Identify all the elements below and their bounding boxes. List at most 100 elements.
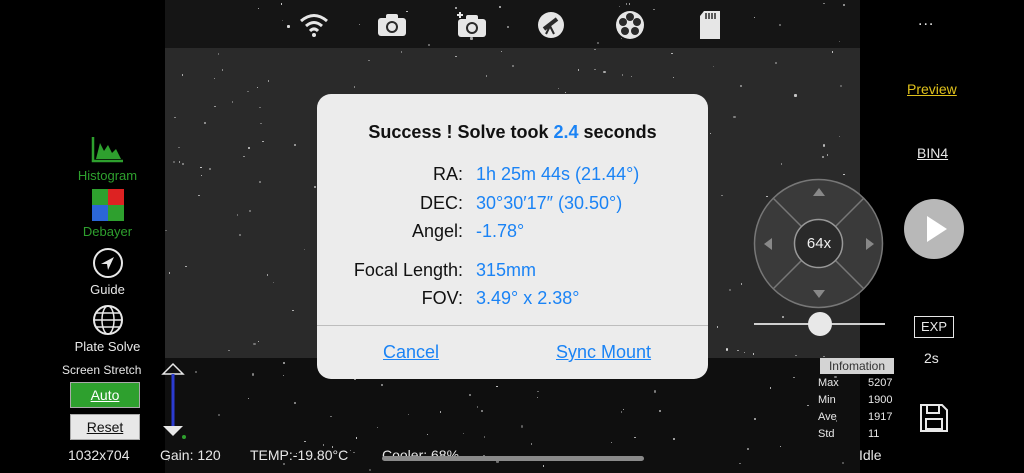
- star: [709, 132, 712, 135]
- play-icon: [927, 216, 947, 242]
- star: [469, 394, 471, 396]
- bin-link[interactable]: BIN4: [917, 145, 948, 161]
- star: [400, 51, 403, 53]
- star: [843, 4, 845, 6]
- fov-value: 3.49° x 2.38°: [476, 288, 580, 308]
- dialog-title: Success ! Solve took 2.4 seconds: [317, 122, 708, 143]
- histogram-icon: [91, 132, 125, 166]
- star: [287, 25, 290, 28]
- home-indicator: [382, 456, 644, 461]
- star: [620, 411, 623, 413]
- star: [747, 448, 749, 450]
- star: [283, 362, 285, 364]
- sd-card-icon[interactable]: [692, 8, 728, 42]
- exposure-button[interactable]: EXP: [914, 316, 954, 338]
- star: [236, 214, 239, 216]
- start-exposure-button[interactable]: [904, 199, 964, 259]
- sync-mount-button[interactable]: Sync Mount: [556, 342, 651, 363]
- star: [597, 42, 599, 44]
- resolution-text: 1032x704: [68, 447, 130, 463]
- slider-thumb[interactable]: [807, 312, 832, 336]
- star: [496, 385, 498, 388]
- star: [353, 451, 355, 454]
- guide-label: Guide: [90, 282, 125, 297]
- bayer-grid-icon: [91, 188, 125, 222]
- state-text: Idle: [859, 447, 882, 463]
- stat-std-label: Std: [818, 428, 835, 440]
- focal-length-label: Focal Length:: [353, 260, 463, 280]
- star: [782, 316, 784, 318]
- stat-min-label: Min: [818, 394, 836, 406]
- reset-stretch-button[interactable]: Reset: [70, 414, 140, 440]
- star: [780, 163, 783, 165]
- auto-stretch-button[interactable]: Auto: [70, 382, 140, 408]
- plate-solve-label: Plate Solve: [74, 339, 141, 354]
- star: [499, 6, 501, 8]
- screen-stretch-label: Screen Stretch: [62, 363, 142, 377]
- star: [483, 436, 486, 438]
- filter-wheel-icon[interactable]: [612, 8, 648, 42]
- camera-icon[interactable]: [374, 8, 410, 42]
- wifi-icon[interactable]: [296, 8, 332, 42]
- star: [594, 68, 596, 71]
- star: [239, 234, 241, 236]
- star: [507, 26, 509, 28]
- star: [840, 85, 842, 87]
- telescope-icon[interactable]: [533, 8, 569, 42]
- star: [754, 418, 756, 420]
- stat-ave-value: 1917: [868, 411, 893, 423]
- stat-min-value: 1900: [868, 394, 893, 406]
- star: [822, 156, 824, 158]
- more-options-icon[interactable]: ...: [918, 12, 934, 30]
- globe-icon: [91, 303, 125, 337]
- image-top-band: [165, 0, 860, 48]
- gain-text: Gain: 120: [160, 447, 221, 463]
- debayer-button[interactable]: Debayer: [60, 188, 155, 239]
- plate-solve-button[interactable]: Plate Solve: [60, 303, 155, 354]
- star: [795, 354, 797, 357]
- temperature-text: TEMP:-19.80°C: [250, 447, 349, 463]
- star: [769, 387, 772, 389]
- star: [659, 410, 661, 412]
- star: [428, 44, 430, 46]
- camera-settings-icon[interactable]: [454, 8, 490, 42]
- dec-label: DEC:: [419, 193, 463, 213]
- dialog-title-prefix: Success ! Solve took: [368, 122, 549, 142]
- star: [779, 24, 781, 26]
- slew-speed-button[interactable]: 64x: [794, 235, 844, 252]
- star: [653, 390, 657, 393]
- star: [673, 438, 675, 440]
- star: [481, 410, 483, 412]
- star: [842, 462, 844, 464]
- star: [200, 166, 202, 169]
- star: [603, 70, 606, 74]
- star: [822, 144, 826, 147]
- move-north-button[interactable]: [810, 184, 828, 200]
- preview-link[interactable]: Preview: [907, 81, 957, 97]
- move-south-button[interactable]: [810, 286, 828, 302]
- move-west-button[interactable]: [760, 235, 776, 253]
- histogram-button[interactable]: Histogram: [60, 132, 155, 183]
- star: [221, 69, 224, 71]
- navigation-arrow-icon: [91, 246, 125, 280]
- star: [294, 402, 296, 404]
- star: [369, 469, 371, 471]
- star: [209, 168, 211, 170]
- exposure-value: 2s: [924, 350, 939, 366]
- image-statistics-panel: Infomation: [808, 358, 896, 374]
- star: [294, 144, 296, 146]
- stretch-range-slider[interactable]: [160, 360, 186, 440]
- stat-ave-label: Ave: [818, 411, 837, 423]
- star: [314, 186, 316, 188]
- star: [283, 463, 285, 465]
- debayer-label: Debayer: [82, 224, 133, 239]
- guide-button[interactable]: Guide: [60, 246, 155, 297]
- star: [178, 161, 181, 163]
- save-icon[interactable]: [918, 402, 950, 434]
- angle-label: Angel:: [411, 221, 463, 241]
- star: [251, 373, 255, 376]
- star: [628, 3, 631, 5]
- cancel-button[interactable]: Cancel: [383, 342, 439, 363]
- stat-max-label: Max: [818, 377, 839, 389]
- move-east-button[interactable]: [862, 235, 878, 253]
